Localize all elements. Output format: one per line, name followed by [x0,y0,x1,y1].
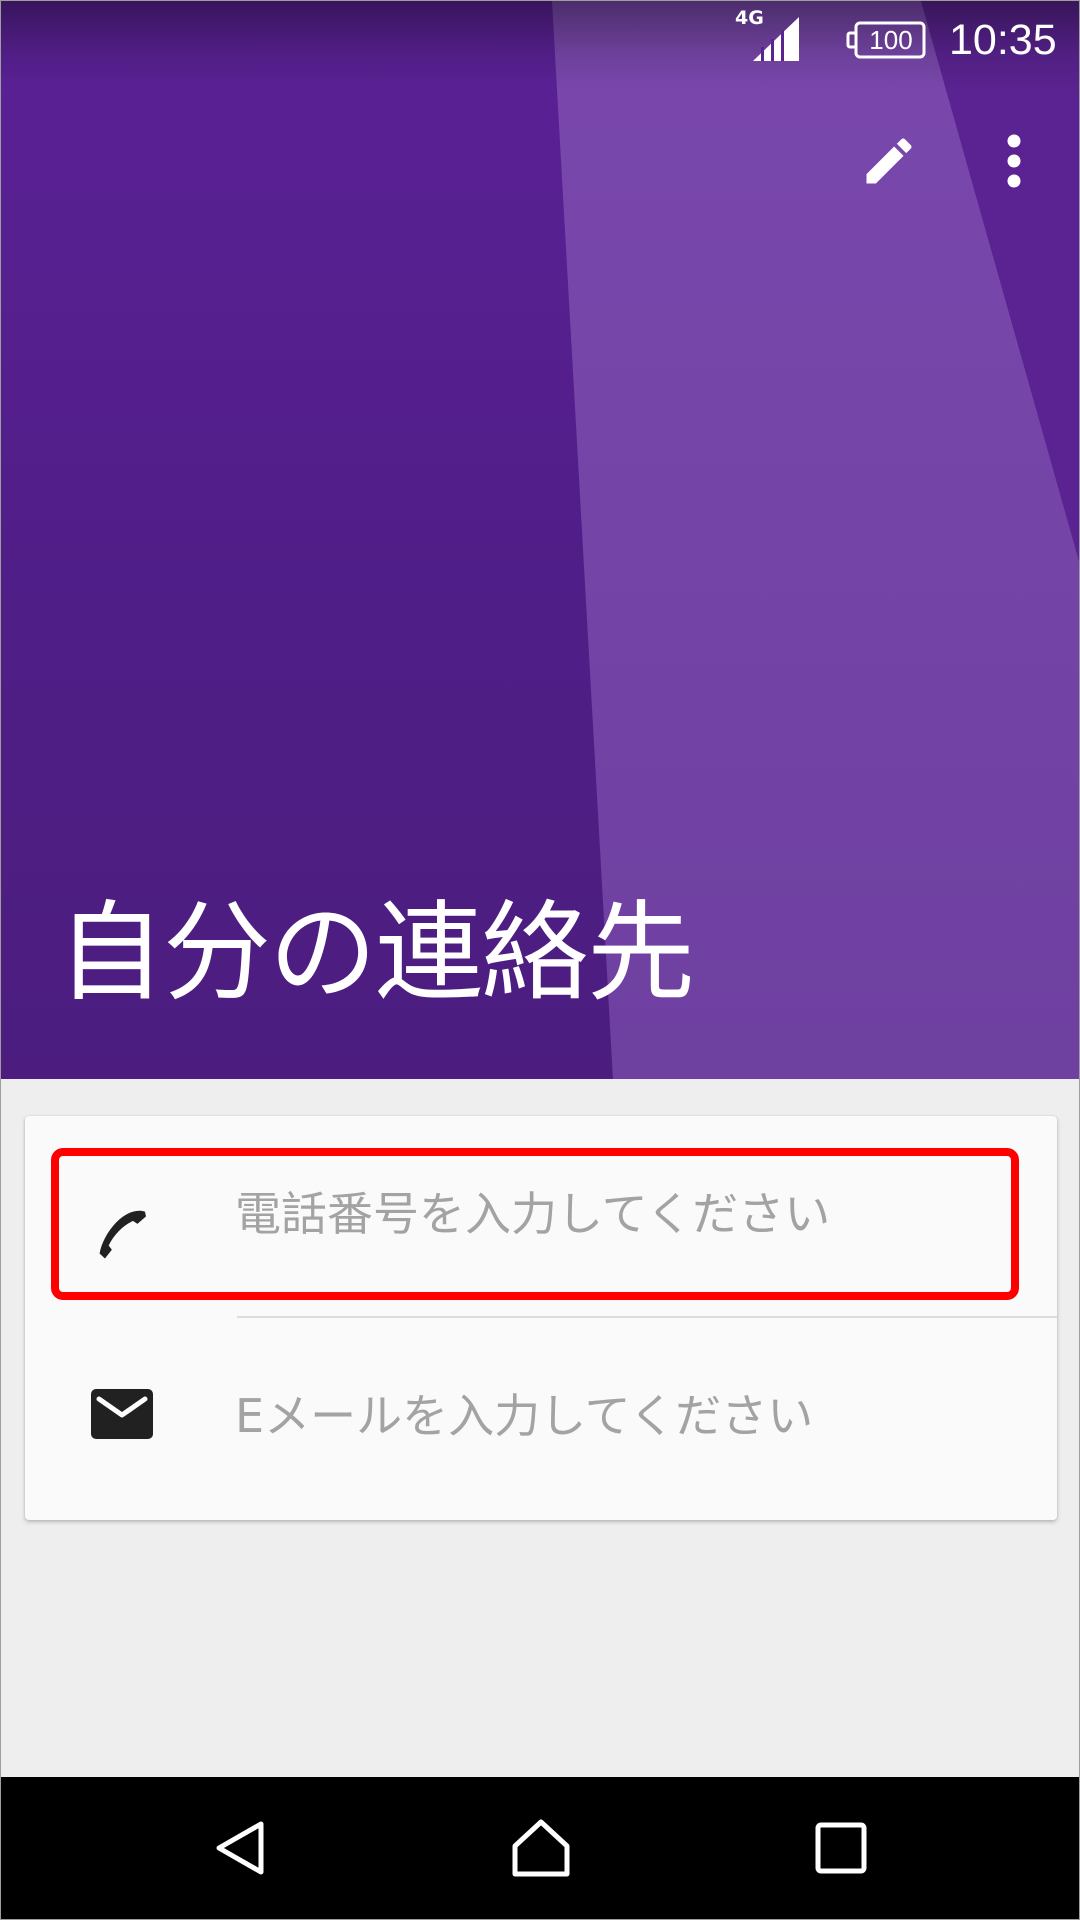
contact-card [25,1116,1057,1520]
more-vert-icon [1007,134,1021,188]
email-icon [88,1380,156,1448]
profile-header: 4G 100 10:35 自分の連絡先 [1,1,1079,1079]
back-icon [216,1821,264,1875]
battery-level: 100 [869,25,913,55]
email-row[interactable] [25,1318,1057,1518]
back-button[interactable] [191,1803,291,1893]
navigation-bar [1,1777,1079,1919]
home-button[interactable] [491,1803,591,1893]
phone-icon [88,1200,156,1268]
edit-icon [866,138,912,184]
home-icon [512,1819,570,1877]
email-input[interactable] [235,1376,1015,1456]
phone-number-input[interactable] [235,1174,1015,1254]
page-title: 自分の連絡先 [57,891,695,1016]
recents-icon [815,1822,867,1874]
status-clock: 10:35 [949,16,1057,64]
edit-button[interactable] [849,121,929,201]
status-bar: 4G 100 10:35 [1,1,1079,77]
phone-row[interactable] [25,1116,1057,1318]
recents-button[interactable] [791,1803,891,1893]
screen: 4G 100 10:35 自分の連絡先 電話番号を入力してください Eメールを入… [0,0,1080,1920]
more-options-button[interactable] [986,121,1042,201]
signal-strength-icon [753,17,799,61]
